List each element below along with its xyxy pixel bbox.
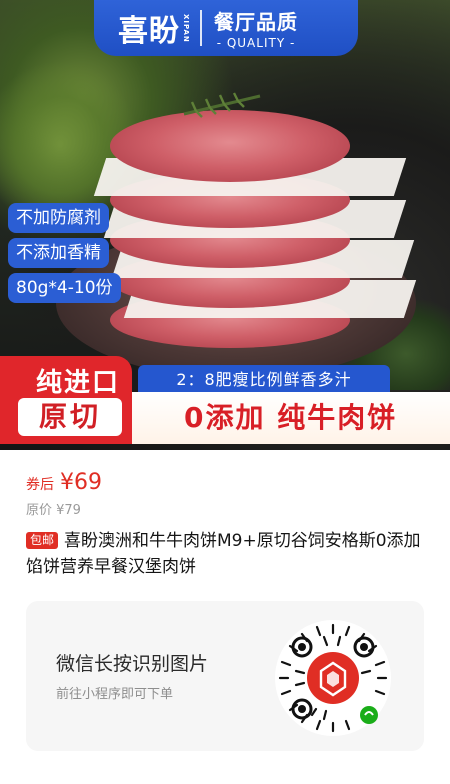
rosemary-sprig xyxy=(183,92,261,118)
original-price: 原价 ¥79 xyxy=(26,503,81,518)
brand-logo-en: XIPAN xyxy=(182,13,190,43)
free-shipping-badge: 包邮 xyxy=(26,532,59,549)
card-subtitle: 前往小程序即可下单 xyxy=(56,687,174,702)
slogan-banner: 0添加 纯牛肉饼 xyxy=(132,392,450,444)
brand-banner: 喜盼 XIPAN 餐厅品质 - QUALITY - xyxy=(94,0,358,56)
product-image: 喜盼 XIPAN 餐厅品质 - QUALITY - 不加防腐剂 不添加香精 80… xyxy=(0,0,450,450)
import-badge: 纯进口 原切 xyxy=(0,356,132,444)
coupon-price: ¥69 xyxy=(60,470,102,495)
card-title: 微信长按识别图片 xyxy=(56,653,209,675)
mini-program-code-icon[interactable] xyxy=(274,619,392,737)
brand-logo: 喜盼 xyxy=(118,14,180,49)
import-badge-line1: 纯进口 xyxy=(36,368,121,398)
banner-divider xyxy=(200,10,202,46)
product-title-block[interactable]: 包邮 喜盼澳洲和牛牛肉饼M9+原切谷饲安格斯0添加馅饼营养早餐汉堡肉饼 xyxy=(26,528,430,580)
feature-pill: 不添加香精 xyxy=(8,238,109,268)
import-badge-line2: 原切 xyxy=(18,398,122,436)
patty xyxy=(110,110,350,182)
price-row: 券后 ¥69 xyxy=(26,470,102,495)
coupon-price-label: 券后 xyxy=(26,477,54,493)
ratio-banner: 2：8肥瘦比例鲜香多汁 xyxy=(138,365,390,395)
product-title: 喜盼澳洲和牛牛肉饼M9+原切谷饲安格斯0添加馅饼营养早餐汉堡肉饼 xyxy=(26,531,421,577)
quality-en: - QUALITY - xyxy=(216,36,296,50)
feature-pill: 80g*4-10份 xyxy=(8,273,121,303)
feature-pill: 不加防腐剂 xyxy=(8,203,109,233)
quality-label: 餐厅品质 - QUALITY - xyxy=(214,6,298,50)
quality-zh: 餐厅品质 xyxy=(214,10,298,34)
mini-program-card[interactable]: 微信长按识别图片 前往小程序即可下单 xyxy=(26,601,424,751)
